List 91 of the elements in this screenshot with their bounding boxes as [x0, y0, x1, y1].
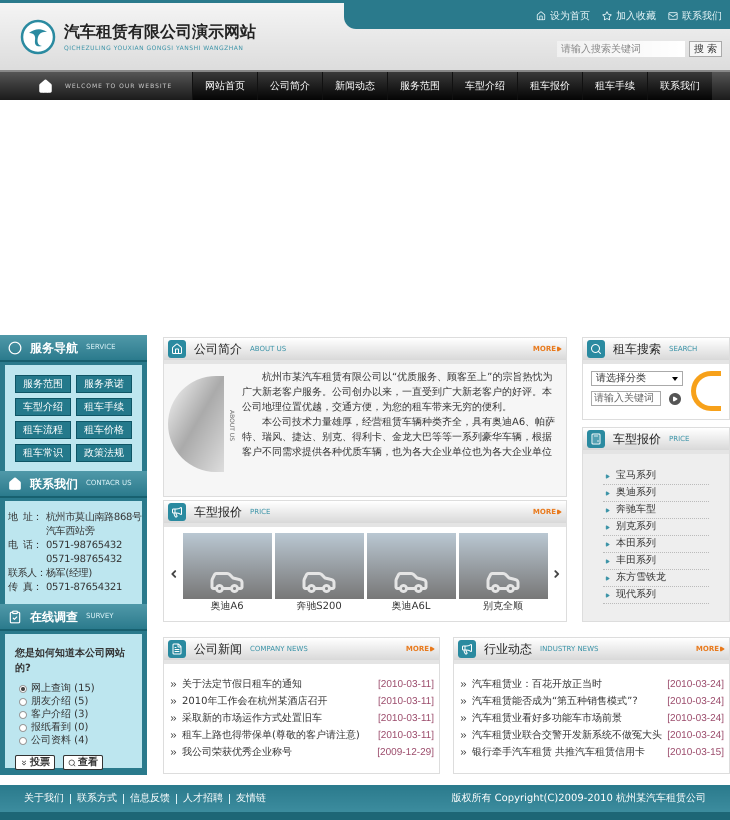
news-date: [2010-03-11]: [377, 678, 434, 692]
nav-item[interactable]: 新闻动态: [322, 72, 387, 100]
category-select[interactable]: 请选择分类: [591, 371, 683, 386]
car-name: 奥迪A6L: [392, 600, 430, 614]
contact-value: 0571-98765432: [46, 553, 122, 566]
news-link[interactable]: 银行牵手汽车租赁 共推汽车租赁信用卡: [472, 744, 646, 761]
news-date: [2010-03-11]: [377, 695, 434, 709]
nav-item[interactable]: 车型介绍: [452, 72, 517, 100]
contact-label: 传 真：: [8, 581, 43, 594]
about-paragraph: 本公司技术力量雄厚，经营租赁车辆种类齐全，具有奥迪A6、帕萨特、瑞风、捷达、别克、得利卡、金龙大巴等等一系列豪华车辆，根据客户不同需求提供各种优质车辆，也为各大企业单位也为各大企业单位: [242, 416, 556, 460]
footer-link[interactable]: 人才招聘: [183, 791, 223, 806]
survey-question: 您是如何知道本公司网站的?: [15, 646, 126, 676]
news-link[interactable]: 汽车租赁业看好多功能车市场前景: [472, 710, 622, 727]
survey-option[interactable]: 公司资料 (4): [15, 734, 132, 747]
nav-item[interactable]: 公司简介: [257, 72, 322, 100]
news-link[interactable]: 2010年工作会在杭州某酒店召开: [182, 693, 328, 710]
survey-button[interactable]: 投票: [15, 755, 55, 770]
panel-title: 公司简介: [194, 341, 242, 358]
nav-item[interactable]: 租车手续: [582, 72, 647, 100]
news-date: [2010-03-11]: [377, 712, 434, 726]
nav-item[interactable]: 租车报价: [517, 72, 582, 100]
search-field[interactable]: 请输入搜索关键词: [556, 41, 685, 57]
contact-value: 0571-87654321: [46, 581, 122, 594]
contact-value: 汽车西站旁: [46, 525, 95, 538]
service-link[interactable]: 租车价格: [76, 421, 132, 439]
site-title: 汽车租赁有限公司演示网站: [64, 21, 256, 43]
news-date: [2010-03-24]: [666, 678, 724, 692]
survey-option[interactable]: 网上查询 (15): [15, 682, 132, 695]
news-link[interactable]: 汽车租赁业联合交警开发新系统不做冤大头: [472, 727, 662, 744]
top-link[interactable]: 加入收藏: [602, 8, 656, 24]
service-link[interactable]: 车型介绍: [15, 398, 71, 416]
top-link[interactable]: 设为首页: [536, 8, 590, 24]
footer-link[interactable]: 关于我们: [24, 791, 64, 806]
survey-option[interactable]: 报纸看到 (0): [15, 721, 132, 734]
price-list-item[interactable]: 奔驰车型: [603, 502, 709, 519]
search-button[interactable]: 搜 索: [688, 41, 722, 57]
contact-label: 联系人：: [8, 567, 46, 580]
panel-title: 公司新闻: [194, 641, 242, 658]
footer-link[interactable]: 联系方式: [77, 791, 117, 806]
price-list-item[interactable]: 本田系列: [603, 536, 709, 553]
price-list-item[interactable]: 现代系列: [603, 587, 709, 604]
service-link[interactable]: 服务承诺: [76, 375, 132, 393]
nav-item[interactable]: 服务范围: [387, 72, 452, 100]
service-link[interactable]: 租车流程: [15, 421, 71, 439]
panel-title: 在线调查: [30, 608, 78, 626]
panel-title: 联系我们: [30, 476, 78, 492]
panel-title: 租车搜索: [613, 341, 661, 358]
car-name: 奥迪A6: [210, 600, 244, 614]
keyword-field[interactable]: 请输入关键词: [591, 391, 661, 406]
panel-title: 行业动态: [484, 641, 532, 658]
news-date: [2010-03-24]: [666, 695, 724, 709]
car-name: 别克全顺: [483, 600, 523, 614]
nav-item[interactable]: 联系我们: [647, 72, 712, 100]
news-date: [2010-03-24]: [666, 712, 724, 726]
about-paragraph: 杭州市某汽车租赁有限公司以“优质服务、顾客至上”的宗旨热忱为广大新老客户服务。公司创办以来，一直受到广大新老客户的好评。本公司地理位置优越，交通方便，为您的租车带来无穷的便利。: [242, 370, 554, 415]
service-link[interactable]: 政策法规: [76, 444, 132, 462]
news-link[interactable]: 我公司荣获优秀企业称号: [182, 744, 292, 761]
copyright-text: 版权所有 Copyright(C)2009-2010 杭州某汽车租赁公司: [451, 792, 706, 806]
price-list-item[interactable]: 丰田系列: [603, 553, 709, 570]
contact-value: 0571-98765432: [46, 539, 122, 552]
survey-button[interactable]: 查看: [63, 755, 103, 770]
contact-label: 电 话：: [8, 539, 43, 552]
price-list-item[interactable]: 东方雪铁龙: [603, 570, 709, 587]
panel-title: 车型报价: [194, 504, 242, 521]
panel-title: 服务导航: [30, 340, 78, 356]
top-link[interactable]: 联系我们: [668, 8, 722, 24]
news-date: [2009-12-29]: [376, 746, 434, 760]
news-date: [2010-03-24]: [666, 729, 724, 743]
panel-title: 车型报价: [613, 431, 661, 448]
contact-label: 地 址：: [8, 511, 43, 524]
price-list-item[interactable]: 别克系列: [603, 519, 709, 536]
news-link[interactable]: 汽车租赁能否成为“第五种销售模式”?: [472, 693, 638, 710]
news-link[interactable]: 采取新的市场运作方式处置旧车: [182, 710, 322, 727]
contact-value: 杨军(经理): [46, 567, 92, 580]
survey-option[interactable]: 客户介绍 (3): [15, 708, 132, 721]
footer-link[interactable]: 友情链: [236, 791, 266, 806]
news-link[interactable]: 租车上路也得带保单(尊敬的客户请注意): [182, 727, 360, 744]
footer-link[interactable]: 信息反馈: [130, 791, 170, 806]
survey-option[interactable]: 朋友介绍 (5): [15, 695, 132, 708]
nav-item[interactable]: 网站首页: [192, 72, 257, 100]
price-list-item[interactable]: 宝马系列: [603, 468, 709, 485]
service-link[interactable]: 租车手续: [76, 398, 132, 416]
service-link[interactable]: 服务范围: [15, 375, 71, 393]
car-name: 奔驰S200: [296, 600, 342, 614]
news-date: [2010-03-11]: [377, 729, 434, 743]
news-link[interactable]: 汽车租赁业：百花开放正当时: [472, 676, 602, 693]
contact-value: 杭州市莫山南路868号: [46, 511, 142, 524]
news-date: [2010-03-15]: [666, 746, 724, 760]
service-link[interactable]: 租车常识: [15, 444, 71, 462]
price-list-item[interactable]: 奥迪系列: [603, 485, 709, 502]
news-link[interactable]: 关于法定节假日租车的通知: [182, 676, 302, 693]
